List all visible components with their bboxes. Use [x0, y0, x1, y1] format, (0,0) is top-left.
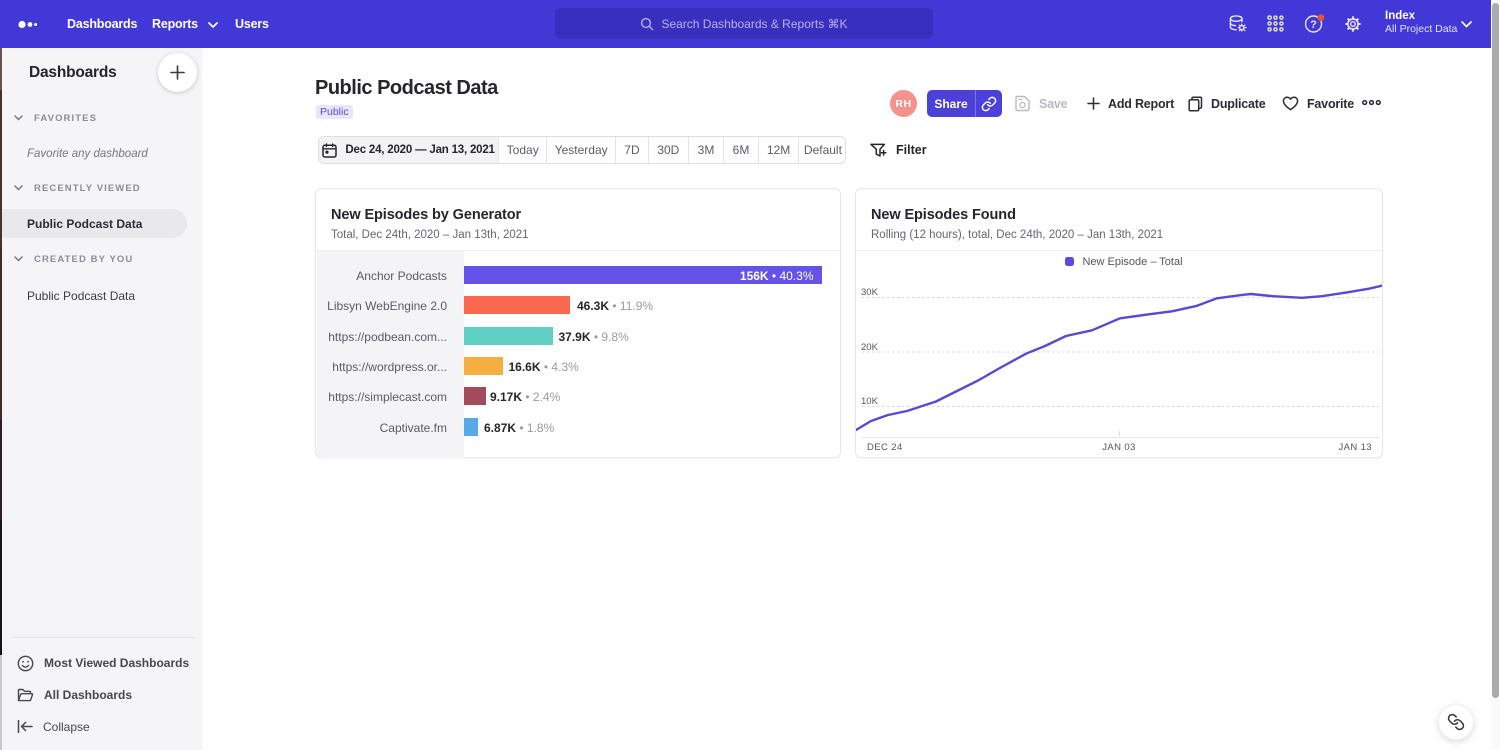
svg-text:?: ? [1310, 19, 1317, 31]
